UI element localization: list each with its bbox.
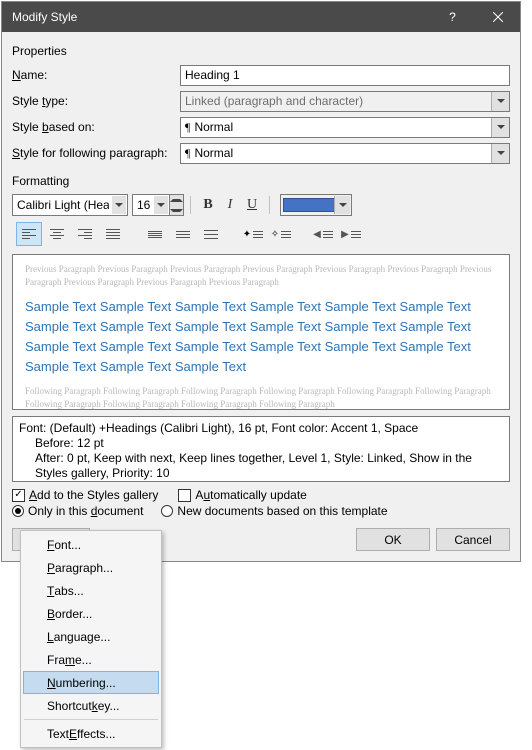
chevron-down-icon (491, 92, 509, 111)
help-button[interactable]: ? (430, 2, 475, 32)
spacing-single-button[interactable] (142, 222, 168, 246)
name-label: Name: (12, 68, 180, 82)
radio-dot-icon (15, 508, 21, 514)
underline-button[interactable]: U (241, 194, 263, 216)
auto-update-checkbox[interactable]: Automatically update (178, 488, 306, 502)
preview-previous-text: Previous Paragraph Previous Paragraph Pr… (25, 263, 497, 289)
pilcrow-icon: ¶ (185, 146, 190, 161)
desc-line: Font: (Default) +Headings (Calibri Light… (19, 421, 503, 436)
titlebar: Modify Style ? (2, 2, 520, 32)
separator (269, 196, 270, 214)
font-color-combo[interactable] (280, 194, 352, 216)
space-before-dec-button[interactable]: ✧ (268, 222, 294, 246)
properties-heading: Properties (12, 44, 510, 58)
align-right-button[interactable] (72, 222, 98, 246)
add-to-gallery-checkbox[interactable]: ✓ Add to the Styles gallery (12, 488, 158, 502)
preview-pane: Previous Paragraph Previous Paragraph Pr… (12, 254, 510, 410)
preview-sample-text: Sample Text Sample Text Sample Text Samp… (25, 297, 497, 377)
close-button[interactable] (475, 2, 520, 32)
menu-paragraph[interactable]: Paragraph... (23, 556, 159, 579)
indent-increase-button[interactable]: ▶ (338, 222, 364, 246)
style-type-combo: Linked (paragraph and character) (180, 91, 510, 112)
based-on-label: Style based on: (12, 120, 180, 134)
paragraph-toolbar: ✦ ✧ ◀ ▶ (12, 220, 510, 248)
spacing-onehalf-button[interactable] (170, 222, 196, 246)
name-input[interactable]: Heading 1 (180, 65, 510, 86)
chevron-down-icon[interactable] (491, 144, 509, 163)
new-documents-radio[interactable]: New documents based on this template (161, 504, 387, 518)
italic-button[interactable]: I (219, 194, 241, 216)
align-left-button[interactable] (16, 222, 42, 246)
menu-separator (24, 719, 158, 720)
chevron-down-icon[interactable] (112, 196, 126, 214)
separator (190, 196, 191, 214)
preview-following-text: Following Paragraph Following Paragraph … (25, 385, 497, 410)
font-name-combo[interactable]: Calibri Light (Headings) (12, 194, 128, 216)
menu-shortcut[interactable]: Shortcut key... (23, 694, 159, 717)
ok-button[interactable]: OK (356, 528, 430, 551)
desc-line: Before: 12 pt (19, 436, 503, 451)
style-description: Font: (Default) +Headings (Calibri Light… (12, 416, 510, 482)
menu-language[interactable]: Language... (23, 625, 159, 648)
menu-text-effects[interactable]: Text Effects... (23, 722, 159, 745)
bold-button[interactable]: B (197, 194, 219, 216)
checkmark-icon: ✓ (14, 490, 22, 500)
cancel-button[interactable]: Cancel (436, 528, 510, 551)
align-center-button[interactable] (44, 222, 70, 246)
chevron-down-icon[interactable] (334, 196, 350, 214)
following-combo[interactable]: ¶Normal (180, 143, 510, 164)
chevron-down-icon[interactable] (491, 118, 509, 137)
space-before-inc-button[interactable]: ✦ (240, 222, 266, 246)
spin-up-icon[interactable] (170, 195, 183, 205)
modify-style-dialog: Modify Style ? Properties Name: Heading … (1, 1, 521, 562)
format-menu: Font... Paragraph... Tabs... Border... L… (20, 530, 162, 748)
close-icon (493, 12, 503, 22)
menu-tabs[interactable]: Tabs... (23, 579, 159, 602)
align-justify-button[interactable] (100, 222, 126, 246)
font-size-spinner[interactable] (170, 194, 184, 216)
spacing-double-button[interactable] (198, 222, 224, 246)
menu-font[interactable]: Font... (23, 533, 159, 556)
style-type-label: Style type: (12, 94, 180, 108)
chevron-down-icon[interactable] (154, 196, 168, 214)
indent-decrease-button[interactable]: ◀ (310, 222, 336, 246)
menu-frame[interactable]: Frame... (23, 648, 159, 671)
following-label: Style for following paragraph: (12, 146, 180, 160)
pilcrow-icon: ¶ (185, 120, 190, 135)
dialog-title: Modify Style (12, 10, 430, 24)
font-size-combo[interactable]: 16 (132, 194, 170, 216)
formatting-heading: Formatting (12, 174, 510, 188)
menu-border[interactable]: Border... (23, 602, 159, 625)
spin-down-icon[interactable] (170, 205, 183, 215)
based-on-combo[interactable]: ¶Normal (180, 117, 510, 138)
only-this-document-radio[interactable]: Only in this document (12, 504, 143, 518)
font-toolbar: Calibri Light (Headings) 16 B I U (12, 194, 510, 216)
menu-numbering[interactable]: Numbering... (23, 671, 159, 694)
desc-line: After: 0 pt, Keep with next, Keep lines … (19, 451, 503, 481)
